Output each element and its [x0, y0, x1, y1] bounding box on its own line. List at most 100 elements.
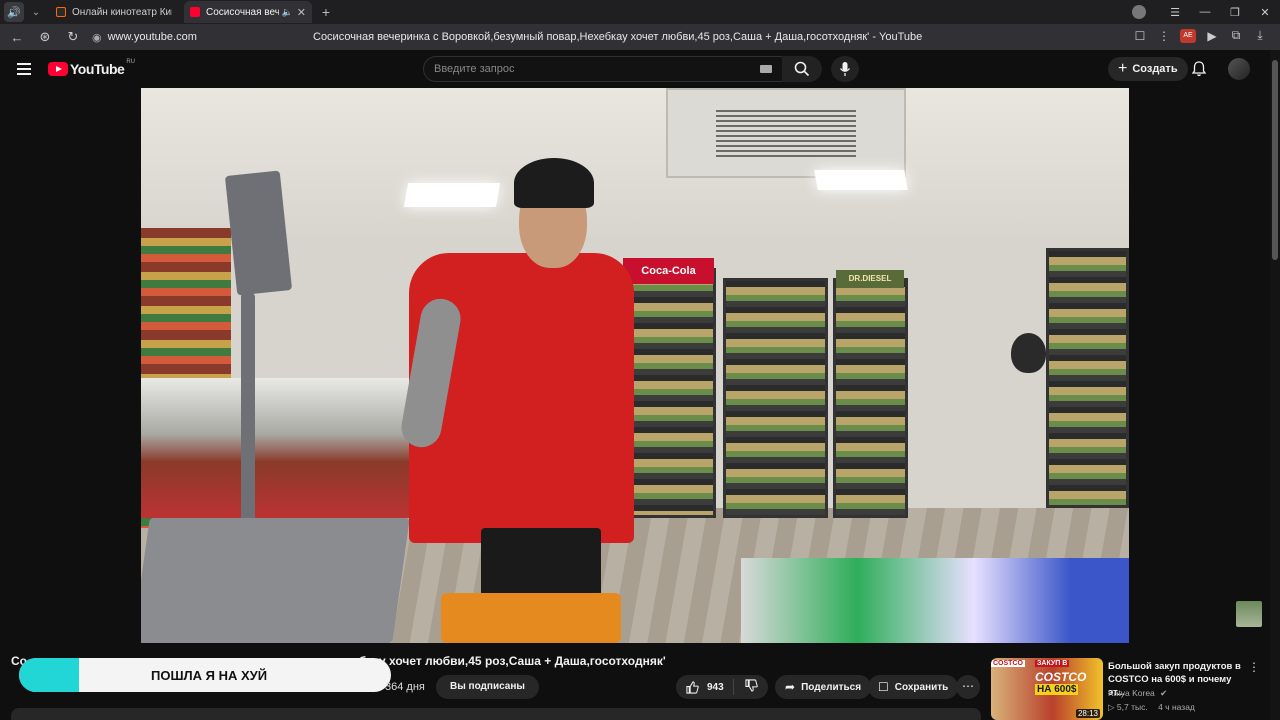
minimize-icon[interactable]: —	[1190, 6, 1220, 18]
video-scene-fridge	[621, 268, 716, 518]
video-scene-bg-person	[1011, 333, 1046, 373]
page-scrollbar[interactable]	[1270, 50, 1280, 720]
video-scene-shelf-right	[1046, 248, 1129, 508]
thumb-line1: ЗАКУП В	[1035, 660, 1070, 667]
thumb-line3: НА 600$	[1035, 684, 1079, 695]
tab-kinopoisk[interactable]: Онлайн кинотеатр Кинопоиск	[50, 1, 178, 23]
new-tab-button[interactable]: +	[318, 4, 334, 20]
speaker-icon[interactable]: 🔊	[4, 2, 24, 22]
more-actions-button[interactable]: ⋯	[956, 675, 980, 699]
site-info-icon[interactable]: ◉	[92, 31, 102, 44]
video-player[interactable]: Coca-Cola DR.DIESEL	[141, 88, 1129, 643]
youtube-play-icon	[48, 62, 68, 76]
voice-search-button[interactable]	[831, 56, 859, 82]
protect-icon[interactable]: ⊛	[34, 29, 56, 45]
recommendation-thumbnail[interactable]: COSTCO ЗАКУП В COSTCO НА 600$ 28:13	[991, 658, 1103, 720]
recommendation-stats: ▷ 5,7 тыс. 4 ч назад	[1108, 702, 1195, 713]
video-scene-display-case	[141, 378, 431, 518]
subscribed-button[interactable]: Вы подписаны	[436, 675, 539, 699]
back-arrow-icon[interactable]: ←	[6, 30, 28, 45]
share-label: Поделиться	[801, 681, 862, 693]
profile-icon[interactable]	[1132, 5, 1146, 19]
like-count: 943	[707, 681, 724, 693]
video-scene-ac-unit	[666, 88, 906, 178]
more-icon[interactable]: ⋮	[1152, 29, 1176, 43]
video-age: 364 дня	[385, 681, 425, 693]
video-duration: 28:13	[1075, 709, 1100, 718]
search-button[interactable]	[782, 56, 822, 82]
video-scene-light	[814, 170, 908, 190]
download-icon[interactable]: ⤓	[1248, 28, 1272, 43]
bookmark-add-icon: ☐	[878, 680, 889, 694]
tab-youtube[interactable]: Сосисочная вечеринка 🔈 ✕	[184, 1, 312, 23]
tab-title: Сосисочная вечеринка	[206, 6, 279, 18]
media-icon[interactable]: ▶	[1200, 29, 1224, 43]
youtube-favicon-icon	[190, 7, 200, 17]
create-label: Создать	[1132, 63, 1178, 75]
share-icon: ➦	[785, 680, 796, 694]
youtube-logo[interactable]: YouTube RU	[48, 59, 135, 77]
view-count: 5,7 тыс.	[1116, 702, 1148, 712]
bookmark-icon[interactable]: ☐	[1128, 29, 1152, 43]
dislike-button[interactable]	[734, 679, 768, 695]
search-box	[423, 56, 783, 82]
video-scene-scale-pole	[241, 293, 255, 533]
scrollbar-thumb[interactable]	[1272, 60, 1278, 260]
guide-menu-icon[interactable]	[17, 63, 31, 75]
video-scene-fridge	[833, 278, 908, 518]
overlay-text: ПОШЛА Я НА ХУЙ	[151, 668, 268, 683]
video-scene-light	[403, 183, 501, 207]
extension-badge-icon[interactable]: AE	[1180, 28, 1196, 43]
chevron-down-icon[interactable]: ⌄	[28, 2, 44, 22]
thumb-line2: COSTCO	[1035, 670, 1087, 684]
recommendation-channel[interactable]: Katya Korea ✔	[1108, 688, 1167, 699]
video-scene-cola-sign: Coca-Cola	[623, 258, 714, 284]
keyboard-icon[interactable]	[760, 65, 772, 73]
kinopoisk-favicon-icon	[56, 7, 66, 17]
close-tab-icon[interactable]: ✕	[297, 6, 306, 19]
window-controls: ☰ — ❐ ✕	[1132, 0, 1280, 24]
overlay-toast: ПОШЛА Я НА ХУЙ	[19, 658, 391, 692]
microphone-icon	[839, 62, 851, 76]
video-title-tail: ребкау хочет любви,45 роз,Саша + Даша,го…	[345, 654, 666, 668]
floating-thumbnail[interactable]	[1236, 601, 1262, 627]
tab-audio-icon[interactable]: 🔈	[282, 7, 293, 18]
account-avatar[interactable]	[1228, 58, 1250, 80]
notifications-button[interactable]	[1191, 61, 1207, 82]
close-window-icon[interactable]: ✕	[1250, 6, 1280, 19]
browser-tabstrip: 🔊 ⌄ Онлайн кинотеатр Кинопоиск Сосисочна…	[0, 0, 1280, 24]
youtube-masthead: YouTube RU + Создать	[0, 50, 1270, 88]
menu-icon[interactable]: ☰	[1160, 6, 1190, 19]
video-scene-chips-bag	[441, 593, 621, 643]
search-input[interactable]	[424, 57, 724, 81]
video-scene-fridge	[723, 278, 828, 518]
posted-time: 4 ч назад	[1158, 702, 1195, 712]
share-button[interactable]: ➦ Поделиться	[775, 675, 872, 699]
page-title: Сосисочная вечеринка с Воровкой,безумный…	[313, 31, 923, 43]
verified-icon: ✔	[1160, 688, 1168, 698]
save-label: Сохранить	[894, 681, 949, 693]
description-box[interactable]	[11, 708, 981, 720]
plus-icon: +	[1118, 60, 1128, 77]
thumbs-up-icon	[686, 680, 699, 694]
video-scene-counter-goods	[741, 558, 1129, 643]
collections-icon[interactable]: ⧉	[1224, 28, 1248, 43]
address-bar: ← ⊛ ↻ ◉ www.youtube.com Сосисочная вечер…	[0, 24, 1280, 50]
video-scene-person-beanie	[514, 158, 594, 208]
reload-icon[interactable]: ↻	[62, 29, 84, 45]
video-scene-sign: DR.DIESEL	[836, 270, 904, 288]
save-button[interactable]: ☐ Сохранить	[868, 675, 959, 699]
video-scene-ceiling	[141, 88, 1129, 238]
restore-icon[interactable]: ❐	[1220, 6, 1250, 19]
region-code: RU	[126, 59, 135, 65]
bell-icon	[1191, 61, 1207, 77]
url-text[interactable]: www.youtube.com	[108, 31, 298, 43]
channel-name: Katya Korea	[1108, 688, 1155, 698]
video-scene-cash-register	[141, 518, 410, 643]
create-button[interactable]: + Создать	[1108, 57, 1188, 81]
play-icon: ▷	[1108, 702, 1115, 712]
like-button[interactable]: 943	[676, 679, 734, 695]
tab-title: Онлайн кинотеатр Кинопоиск	[72, 6, 172, 18]
search-icon	[794, 61, 810, 77]
recommendation-menu-icon[interactable]: ⋮	[1248, 660, 1260, 674]
